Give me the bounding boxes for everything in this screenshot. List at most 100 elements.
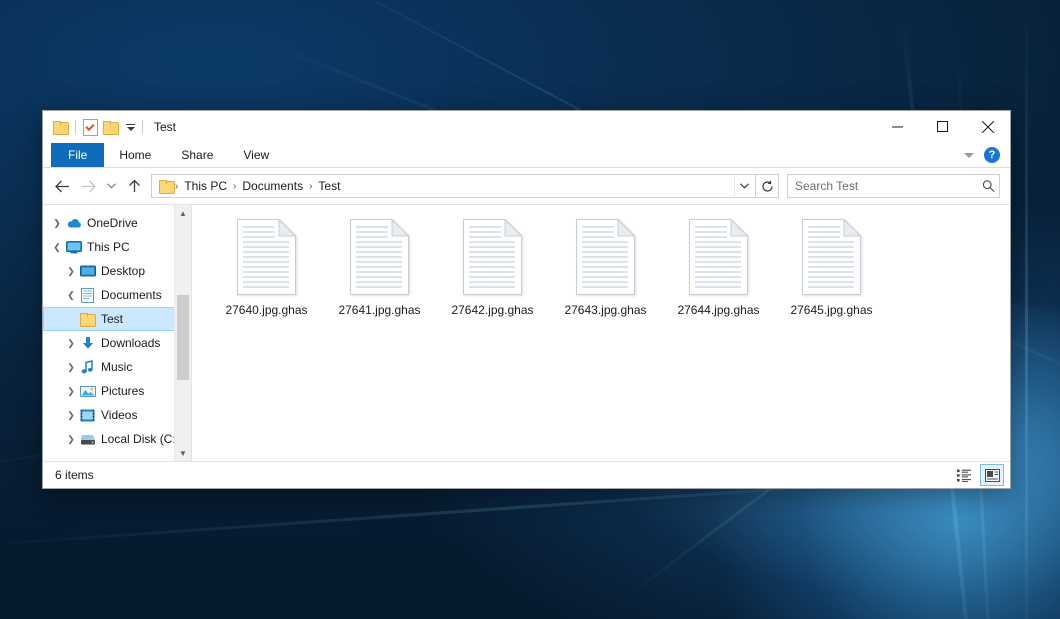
window-title: Test — [154, 120, 176, 134]
documents-icon — [79, 288, 96, 303]
chevron-down-icon[interactable] — [964, 153, 974, 158]
sidebar-item-label: Documents — [101, 288, 162, 302]
search-box[interactable] — [787, 174, 1000, 198]
close-button[interactable] — [965, 111, 1010, 142]
generic-document-icon — [463, 219, 522, 295]
sidebar-item-label: This PC — [87, 240, 130, 254]
customize-quick-access-toolbar-button[interactable] — [123, 124, 135, 131]
cloud-icon — [65, 217, 82, 229]
toolbar-divider — [142, 120, 143, 134]
sidebar-item-videos[interactable]: ❯ Videos — [43, 403, 191, 427]
minimize-button[interactable] — [875, 111, 920, 142]
address-bar: › This PC › Documents › Test — [43, 168, 1010, 204]
file-explorer-window: Test File Home Share View ? — [42, 110, 1011, 489]
toolbar-divider — [75, 120, 76, 134]
file-grid: 27640.jpg.ghas — [210, 217, 1010, 337]
sidebar-item-label: Test — [101, 312, 123, 326]
file-name: 27644.jpg.ghas — [677, 303, 759, 317]
chevron-right-icon[interactable]: ❯ — [63, 386, 79, 397]
sidebar-item-onedrive[interactable]: ❯ OneDrive — [43, 211, 191, 235]
forward-button — [75, 173, 101, 199]
large-icons-view-button[interactable] — [980, 464, 1004, 486]
breadcrumb-documents[interactable]: Documents — [237, 179, 308, 193]
videos-icon — [79, 409, 96, 422]
sidebar-item-label: Pictures — [101, 384, 144, 398]
monitor-icon — [65, 241, 82, 254]
folder-icon[interactable] — [53, 121, 68, 134]
title-bar[interactable]: Test — [43, 111, 1010, 143]
breadcrumb-test[interactable]: Test — [313, 179, 345, 193]
file-name: 27645.jpg.ghas — [790, 303, 872, 317]
breadcrumb-this-pc[interactable]: This PC — [179, 179, 232, 193]
chevron-down-icon[interactable]: ❮ — [49, 242, 65, 253]
maximize-button[interactable] — [920, 111, 965, 142]
chevron-right-icon[interactable]: ❯ — [63, 266, 79, 277]
properties-icon[interactable] — [83, 119, 98, 136]
sidebar-item-label: OneDrive — [87, 216, 138, 230]
recent-locations-button[interactable] — [101, 173, 121, 199]
sidebar-item-label: Local Disk (C:) — [101, 432, 180, 446]
file-item[interactable]: 27641.jpg.ghas — [323, 217, 436, 337]
file-list-area[interactable]: 27640.jpg.ghas — [192, 205, 1010, 461]
view-toggle-group — [952, 464, 1004, 486]
generic-document-icon — [237, 219, 296, 295]
wallpaper-ray — [1025, 0, 1028, 619]
sidebar-item-music[interactable]: ❯ Music — [43, 355, 191, 379]
tab-file[interactable]: File — [51, 143, 104, 167]
music-icon — [79, 360, 96, 374]
generic-document-icon — [802, 219, 861, 295]
chevron-right-icon[interactable]: ❯ — [63, 434, 79, 445]
tab-share[interactable]: Share — [166, 143, 228, 167]
tab-home[interactable]: Home — [104, 143, 166, 167]
sidebar-item-downloads[interactable]: ❯ Downloads — [43, 331, 191, 355]
file-item[interactable]: 27643.jpg.ghas — [549, 217, 662, 337]
chevron-right-icon[interactable]: ❯ — [63, 338, 79, 349]
refresh-button[interactable] — [756, 174, 779, 198]
quick-access-toolbar — [43, 119, 145, 136]
sidebar-item-test[interactable]: Test — [43, 307, 191, 331]
sidebar-item-pictures[interactable]: ❯ Pictures — [43, 379, 191, 403]
sidebar-item-documents[interactable]: ❮ Documents — [43, 283, 191, 307]
window-controls — [875, 111, 1010, 143]
ribbon-controls: ? — [964, 143, 1010, 167]
search-icon[interactable] — [982, 179, 995, 193]
previous-locations-button[interactable] — [734, 176, 753, 196]
file-item[interactable]: 27640.jpg.ghas — [210, 217, 323, 337]
sidebar-item-desktop[interactable]: ❯ Desktop — [43, 259, 191, 283]
generic-document-icon — [689, 219, 748, 295]
help-icon[interactable]: ? — [984, 147, 1000, 163]
file-item[interactable]: 27645.jpg.ghas — [775, 217, 888, 337]
scrollbar-thumb[interactable] — [177, 295, 189, 380]
download-icon — [79, 336, 96, 350]
scroll-up-button[interactable]: ▲ — [175, 205, 191, 221]
sidebar-item-local-disk-c[interactable]: ❯ Local Disk (C:) — [43, 427, 191, 451]
window-body: ❯ OneDrive ❮ This PC ❯ — [43, 204, 1010, 461]
chevron-right-icon[interactable]: ❯ — [63, 362, 79, 373]
file-item[interactable]: 27642.jpg.ghas — [436, 217, 549, 337]
file-name: 27640.jpg.ghas — [225, 303, 307, 317]
sidebar-item-label: Downloads — [101, 336, 160, 350]
chevron-down-icon — [127, 127, 135, 131]
tab-view[interactable]: View — [228, 143, 284, 167]
chevron-right-icon[interactable]: ❯ — [63, 410, 79, 421]
new-folder-icon[interactable] — [103, 121, 118, 134]
up-button[interactable] — [121, 173, 147, 199]
chevron-right-icon[interactable]: ❯ — [49, 218, 65, 229]
pictures-icon — [79, 385, 96, 398]
sidebar-item-label: Music — [101, 360, 132, 374]
back-button[interactable] — [49, 173, 75, 199]
scroll-down-button[interactable]: ▼ — [175, 445, 191, 461]
file-name: 27641.jpg.ghas — [338, 303, 420, 317]
details-view-button[interactable] — [952, 464, 976, 486]
navigation-scrollbar[interactable]: ▲ ▼ — [174, 205, 191, 461]
address-path-box[interactable]: › This PC › Documents › Test — [151, 174, 756, 198]
desktop-icon — [79, 265, 96, 278]
search-input[interactable] — [795, 179, 982, 193]
folder-icon — [159, 180, 174, 193]
sidebar-item-label: Videos — [101, 408, 137, 422]
file-name: 27643.jpg.ghas — [564, 303, 646, 317]
file-name: 27642.jpg.ghas — [451, 303, 533, 317]
sidebar-item-this-pc[interactable]: ❮ This PC — [43, 235, 191, 259]
chevron-down-icon[interactable]: ❮ — [63, 290, 79, 301]
file-item[interactable]: 27644.jpg.ghas — [662, 217, 775, 337]
